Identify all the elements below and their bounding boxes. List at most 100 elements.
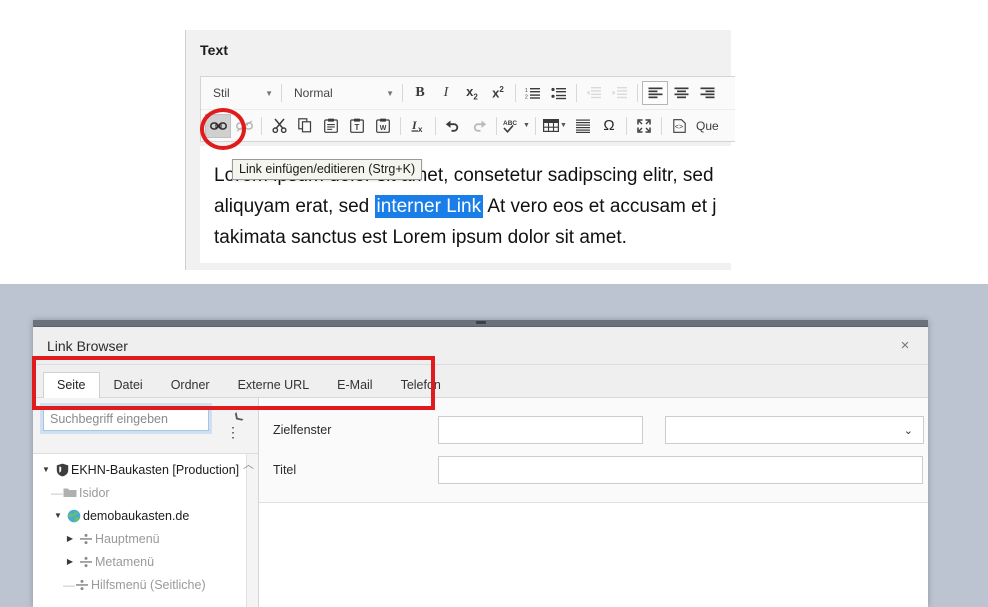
tree-item-label: Hauptmenü bbox=[95, 531, 160, 546]
rich-text-editor-section: Text Stil ▼ Normal ▼ B I x2 x2 1 2 T W I… bbox=[0, 0, 988, 284]
chevron-down-icon: ⌄ bbox=[903, 424, 913, 437]
superscript-button[interactable]: x2 bbox=[485, 81, 511, 105]
tree-scrollbar[interactable] bbox=[246, 454, 258, 607]
cut-button[interactable] bbox=[266, 114, 292, 138]
tab-telefon[interactable]: Telefon bbox=[387, 372, 455, 399]
tree-item-label: EKHN-Baukasten [Production] bbox=[71, 462, 240, 477]
align-center-button[interactable] bbox=[668, 81, 694, 105]
twisty-expanded-icon[interactable]: ▼ bbox=[39, 465, 53, 474]
target-window-select[interactable]: ⌄ bbox=[665, 416, 924, 444]
tree-item-metamenue[interactable]: ▶ Metamenü bbox=[33, 550, 258, 573]
title-input[interactable] bbox=[438, 456, 923, 484]
svg-text:ABC: ABC bbox=[503, 120, 517, 127]
tab-email[interactable]: E-Mail bbox=[323, 372, 386, 399]
tree-item-ekhn-baukasten[interactable]: ▼ EKHN-Baukasten [Production] bbox=[33, 458, 258, 481]
style-dropdown[interactable]: Stil ▼ bbox=[205, 82, 277, 104]
spellcheck-button[interactable]: ABC ▼ bbox=[501, 114, 531, 138]
tab-ordner[interactable]: Ordner bbox=[157, 372, 224, 399]
rte-line2-before: aliquyam erat, sed bbox=[214, 196, 375, 217]
search-input[interactable] bbox=[40, 403, 212, 434]
folder-icon bbox=[61, 487, 79, 498]
toolbar-row-1: Stil ▼ Normal ▼ B I x2 x2 1 2 bbox=[201, 77, 735, 109]
target-window-row: Zielfenster ⌄ bbox=[259, 410, 928, 450]
search-toggle-icon[interactable]: ❮ bbox=[231, 411, 245, 425]
dialog-title: Link Browser bbox=[47, 337, 128, 354]
tree-item-hilfsmenue[interactable]: — Hilfsmenü (Seitliche) bbox=[33, 573, 258, 596]
tree-item-isidor[interactable]: — Isidor bbox=[33, 481, 258, 504]
svg-text:W: W bbox=[380, 125, 387, 132]
modal-overlay-section: Link Browser × Seite Datei Ordner Extern… bbox=[0, 284, 988, 607]
divider-icon bbox=[73, 579, 91, 591]
source-button[interactable]: <> bbox=[666, 114, 692, 138]
page-tree[interactable]: ︿ ▼ EKHN-Baukasten [Production] — Isidor… bbox=[33, 454, 258, 607]
target-window-input[interactable] bbox=[438, 416, 643, 444]
tab-datei[interactable]: Datei bbox=[100, 372, 157, 399]
decrease-indent-button[interactable] bbox=[581, 81, 607, 105]
subscript-button[interactable]: x2 bbox=[459, 81, 485, 105]
rte-panel: Text Stil ▼ Normal ▼ B I x2 x2 1 2 T W I… bbox=[185, 30, 735, 270]
toolbar-separator bbox=[261, 116, 262, 135]
page-tree-panel: ❮ ⋮ ︿ ▼ EKHN-Baukasten [Production] — bbox=[33, 398, 259, 607]
kebab-menu-icon[interactable]: ⋮ bbox=[226, 425, 240, 439]
increase-indent-button[interactable] bbox=[607, 81, 633, 105]
svg-text:1: 1 bbox=[525, 88, 528, 94]
style-dropdown-label: Stil bbox=[213, 86, 230, 100]
tree-guide-line: — bbox=[51, 485, 63, 500]
dialog-body: ❮ ⋮ ︿ ▼ EKHN-Baukasten [Production] — bbox=[33, 398, 928, 607]
tab-externe-url[interactable]: Externe URL bbox=[224, 372, 324, 399]
remove-format-button[interactable]: I x bbox=[405, 114, 431, 138]
rte-line3-text: takimata sanctus est Lorem ipsum dolor s… bbox=[214, 227, 627, 248]
chevron-up-icon[interactable]: ︿ bbox=[243, 456, 254, 472]
tree-item-demobaukasten[interactable]: ▼ demobaukasten.de bbox=[33, 504, 258, 527]
align-right-button[interactable] bbox=[694, 81, 720, 105]
tab-seite[interactable]: Seite bbox=[43, 371, 100, 398]
table-button[interactable]: ▼ bbox=[540, 114, 570, 138]
rte-line-2: aliquyam erat, sed interner Link At vero… bbox=[214, 191, 734, 222]
redo-button[interactable] bbox=[466, 114, 492, 138]
format-dropdown[interactable]: Normal ▼ bbox=[286, 82, 398, 104]
twisty-expanded-icon[interactable]: ▼ bbox=[51, 511, 65, 520]
chevron-down-icon: ▼ bbox=[523, 122, 530, 129]
svg-text:<>: <> bbox=[674, 124, 682, 132]
maximize-button[interactable] bbox=[631, 114, 657, 138]
svg-text:T: T bbox=[355, 123, 360, 132]
toolbar-separator bbox=[626, 116, 627, 135]
selected-link-text[interactable]: interner Link bbox=[374, 195, 484, 218]
toolbar-separator bbox=[576, 84, 577, 102]
tree-item-label: Hilfsmenü (Seitliche) bbox=[91, 577, 206, 592]
paste-button[interactable] bbox=[318, 114, 344, 138]
tree-search-area: ❮ ⋮ bbox=[33, 398, 258, 454]
tree-item-label: Isidor bbox=[79, 485, 110, 500]
rte-line-3: takimata sanctus est Lorem ipsum dolor s… bbox=[214, 222, 734, 253]
rte-line2-after: At vero eos et accusam et j bbox=[483, 196, 717, 217]
paste-as-text-button[interactable]: T bbox=[344, 114, 370, 138]
toolbar-separator bbox=[535, 116, 536, 135]
link-button-tooltip: Link einfügen/editieren (Strg+K) bbox=[232, 159, 423, 180]
dialog-drag-handle[interactable] bbox=[33, 320, 928, 327]
toolbar-row-2: T W I x ABC ▼ ▼ Ω <> Que bbox=[201, 109, 735, 141]
tree-item-hauptmenue[interactable]: ▶ Hauptmenü bbox=[33, 527, 258, 550]
shield-icon bbox=[53, 463, 71, 477]
format-dropdown-label: Normal bbox=[294, 86, 333, 100]
italic-button[interactable]: I bbox=[433, 81, 459, 105]
bulleted-list-button[interactable] bbox=[546, 81, 572, 105]
horizontal-rule-button[interactable] bbox=[570, 114, 596, 138]
twisty-collapsed-icon[interactable]: ▶ bbox=[63, 534, 77, 543]
bold-button[interactable]: B bbox=[407, 81, 433, 105]
align-left-button[interactable] bbox=[642, 81, 668, 105]
toolbar-separator bbox=[402, 84, 403, 102]
special-char-button[interactable]: Ω bbox=[596, 114, 622, 138]
numbered-list-button[interactable]: 1 2 bbox=[520, 81, 546, 105]
svg-text:x: x bbox=[418, 125, 423, 133]
title-label: Titel bbox=[273, 463, 297, 477]
svg-text:I: I bbox=[411, 118, 418, 132]
chevron-down-icon: ▼ bbox=[560, 122, 567, 129]
toolbar-separator bbox=[637, 84, 638, 102]
toolbar-separator bbox=[515, 84, 516, 102]
copy-button[interactable] bbox=[292, 114, 318, 138]
close-icon[interactable]: × bbox=[896, 337, 914, 355]
globe-icon bbox=[65, 509, 83, 523]
undo-button[interactable] bbox=[440, 114, 466, 138]
twisty-collapsed-icon[interactable]: ▶ bbox=[63, 557, 77, 566]
paste-from-word-button[interactable]: W bbox=[370, 114, 396, 138]
